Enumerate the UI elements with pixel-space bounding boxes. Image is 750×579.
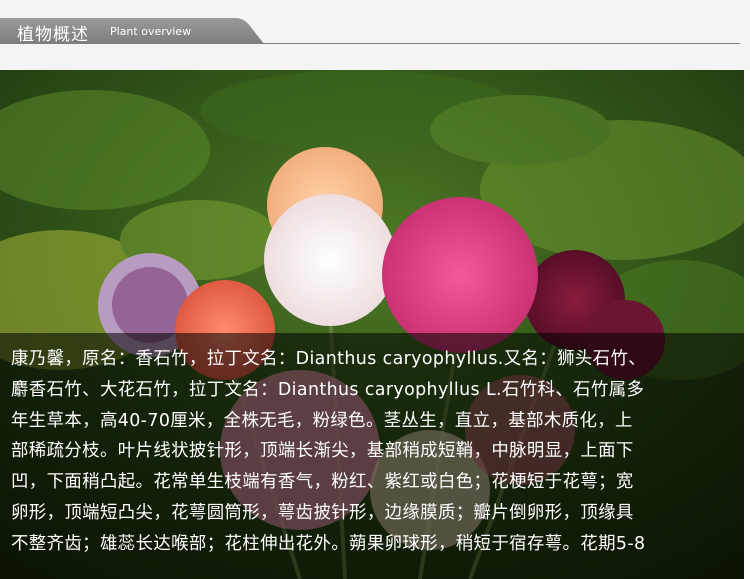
description-line: 年生草本，高40-70厘米，全株无毛，粉绿色。茎丛生，直立，基部木质化，上 [11, 410, 633, 431]
description-line: 部稀疏分枝。叶片线状披针形，顶端长渐尖，基部稍成短鞘，中脉明显，上面下 [11, 441, 634, 462]
description-line: 不整齐齿；雄蕊长达喉部；花柱伸出花外。蒴果卵球形，稍短于宿存萼。花期5-8 [11, 533, 646, 554]
description-line: 卵形，顶端短凸尖，花萼圆筒形，萼齿披针形，边缘膜质；瓣片倒卵形，顶缘具 [11, 502, 634, 523]
header-divider [250, 43, 740, 44]
description-line: 凹，下面稍凸起。花常单生枝端有香气，粉红、紫红或白色；花梗短于花萼；宽 [11, 472, 634, 493]
plant-description: 康乃馨，原名：香石竹，拉丁文名：Dianthus caryophyllus.又名… [11, 344, 739, 560]
section-title: 植物概述 [17, 25, 89, 45]
section-header: 植物概述 Plant overview [0, 0, 750, 70]
page-right-edge [744, 70, 750, 579]
description-line: 麝香石竹、大花石竹，拉丁文名：Dianthus caryophyllus L.石… [11, 379, 645, 400]
description-line: 康乃馨，原名：香石竹，拉丁文名：Dianthus caryophyllus.又名… [11, 349, 647, 369]
section-subtitle: Plant overview [110, 25, 192, 38]
section-title-tab: 植物概述 Plant overview [0, 18, 266, 45]
